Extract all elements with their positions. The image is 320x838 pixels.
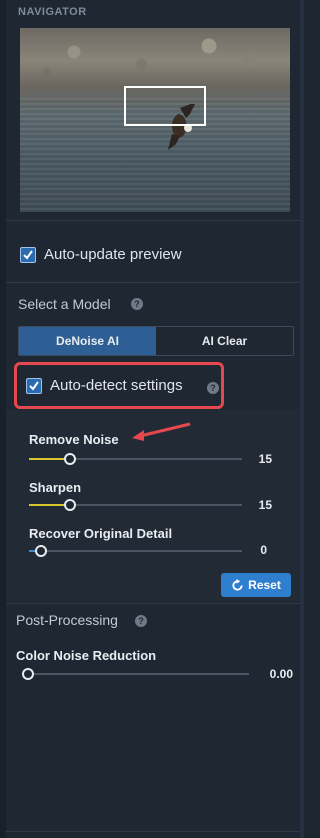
navigator-preview-image[interactable] <box>20 28 290 212</box>
sharpen-value: 15 <box>258 498 272 512</box>
model-option-denoise-ai[interactable]: DeNoise AI <box>19 327 156 355</box>
color-noise-knob[interactable] <box>22 668 34 680</box>
select-model-title: Select a Model <box>18 296 111 312</box>
navigator-viewport-box[interactable] <box>124 86 206 126</box>
post-processing-title: Post-Processing <box>16 612 118 628</box>
recover-detail-track[interactable] <box>29 550 242 552</box>
model-toggle: DeNoise AI AI Clear <box>18 326 294 356</box>
checkmark-icon <box>23 250 33 260</box>
auto-update-label: Auto-update preview <box>44 246 182 263</box>
help-icon[interactable]: ? <box>131 298 143 310</box>
color-noise-value: 0.00 <box>269 667 293 681</box>
sharpen-label: Sharpen <box>29 480 82 495</box>
annotation-arrow-icon <box>132 422 191 441</box>
divider <box>6 831 300 832</box>
sharpen-knob[interactable] <box>64 499 76 511</box>
preview-rocks <box>20 28 290 88</box>
color-noise-track[interactable] <box>24 673 249 675</box>
navigator-title: NAVIGATOR <box>18 6 87 18</box>
recover-detail-value: 0 <box>260 543 267 557</box>
model-option-ai-clear[interactable]: AI Clear <box>156 327 293 355</box>
divider <box>6 220 300 221</box>
divider <box>6 282 300 283</box>
color-noise-label: Color Noise Reduction <box>16 648 157 663</box>
remove-noise-knob[interactable] <box>64 453 76 465</box>
remove-noise-label: Remove Noise <box>29 432 119 447</box>
divider <box>6 603 300 604</box>
scrollbar[interactable] <box>300 0 304 838</box>
recover-detail-label: Recover Original Detail <box>29 526 173 541</box>
remove-noise-value: 15 <box>258 452 272 466</box>
reset-icon <box>232 578 243 591</box>
auto-update-checkbox[interactable] <box>20 247 36 263</box>
reset-button[interactable]: Reset <box>221 573 291 597</box>
reset-label: Reset <box>248 578 281 592</box>
help-icon[interactable]: ? <box>135 615 147 627</box>
annotation-highlight-box <box>14 362 224 409</box>
recover-detail-knob[interactable] <box>35 545 47 557</box>
